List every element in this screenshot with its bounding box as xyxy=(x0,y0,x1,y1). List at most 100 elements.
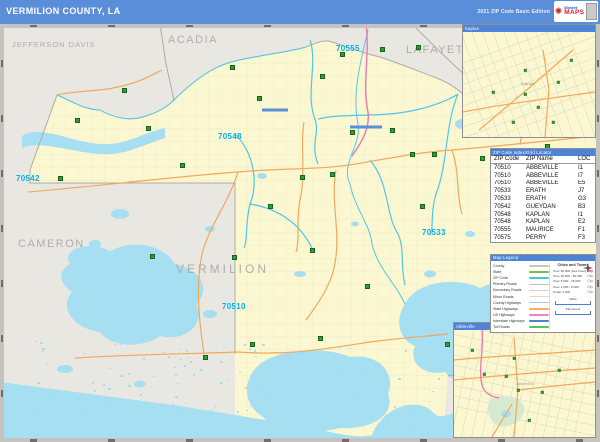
city-size-row: Over 25,000 - 50,000 City xyxy=(553,273,593,278)
map-frame-left xyxy=(0,24,4,442)
frame-tick xyxy=(108,24,115,27)
legend-line-sample xyxy=(529,301,549,304)
logo-text-main: MAPS xyxy=(564,9,585,17)
inset-map-area: Abbeville xyxy=(454,330,595,437)
legend-line-sample xyxy=(529,265,549,267)
frame-tick xyxy=(420,439,427,442)
table-row: 70510 ABBEVILLE I1 xyxy=(491,164,595,172)
zip-table-column-header: ZIP Name xyxy=(523,156,575,164)
legend-item-label: US Highways xyxy=(493,312,515,317)
frame-tick xyxy=(30,439,37,442)
table-cell: 70533 xyxy=(494,188,511,195)
frame-tick xyxy=(596,170,599,177)
table-row: 70555 MAURICE F1 xyxy=(491,226,595,234)
table-cell: 70510 xyxy=(494,172,511,179)
legend-item-label: State Highways xyxy=(493,306,518,311)
table-cell: ERATH xyxy=(526,188,546,195)
table-cell: 70555 xyxy=(494,227,511,234)
table-cell: J7 xyxy=(578,188,585,195)
table-cell: B3 xyxy=(578,203,586,210)
legend-item-label: County Highways xyxy=(493,300,521,305)
table-cell: PERRY xyxy=(526,234,547,241)
frame-tick xyxy=(596,335,599,342)
frame-tick xyxy=(264,24,271,27)
frame-tick xyxy=(0,280,3,287)
page-title: VERMILION COUNTY, LA xyxy=(6,6,121,16)
zip-index-title: ZIP Code Index/Grid Locator xyxy=(491,149,595,156)
table-cell: 70548 xyxy=(494,211,511,218)
legend-item-label: County xyxy=(493,264,505,269)
city-sample-label: City xyxy=(587,279,593,284)
scale-bar-miles: Miles xyxy=(553,297,593,305)
frame-tick xyxy=(0,390,3,397)
frame-tick xyxy=(0,60,3,67)
zip-table-column-header: LOC xyxy=(575,156,595,164)
table-row: 70548 KAPLAN E2 xyxy=(491,218,595,226)
table-row: 70510 ABBEVILLE I7 xyxy=(491,172,595,180)
frame-tick xyxy=(596,390,599,397)
table-cell: G3 xyxy=(578,196,587,203)
legend-line-sample xyxy=(529,283,549,286)
legend-line-sample xyxy=(529,271,549,273)
table-cell: ABBEVILLE xyxy=(526,164,559,171)
legend-item-label: ZIP Code xyxy=(493,276,509,281)
inset-map-abbeville: Abbeville Abbeville xyxy=(453,322,596,438)
table-cell: 70510 xyxy=(494,164,511,171)
frame-tick xyxy=(264,439,271,442)
frame-tick xyxy=(186,439,193,442)
legend-item-label: Toll Roads xyxy=(493,324,510,329)
table-cell: I7 xyxy=(578,172,584,179)
map-legend-panel: Map Legend County State ZIP Code Primary Ro… xyxy=(490,254,596,333)
county-map: JEFFERSON DAVIS ACADIA LAFAYETTE CAMERON VER… xyxy=(0,24,600,442)
frame-tick xyxy=(596,115,599,122)
logo-side-box xyxy=(586,3,598,20)
frame-tick xyxy=(0,335,3,342)
table-cell: 70533 xyxy=(494,196,511,203)
table-row: 70510 ABBEVILLE E5 xyxy=(491,180,595,188)
inset-title: Kaplan xyxy=(463,25,595,32)
legend-line-sample xyxy=(529,307,549,310)
legend-item-label: Secondary Roads xyxy=(493,288,522,293)
city-size-range: Over 25,000 - 50,000 xyxy=(553,274,583,279)
inset-map-kaplan: Kaplan Kaplan xyxy=(462,24,596,138)
legend-line-sample xyxy=(529,289,549,292)
zip-table-header: ZIP Code ZIP Name LOC xyxy=(491,156,595,164)
city-size-row: Over 1,000 - 5,000 City xyxy=(553,284,593,289)
table-row: 70575 PERRY F3 xyxy=(491,234,595,242)
table-cell: 70548 xyxy=(494,219,511,226)
logo-burst-icon: ✺ xyxy=(554,6,563,16)
legend-cities-column: Cities and Towns Over 50,000 (See Inset)… xyxy=(549,263,593,331)
zip-index-table: ZIP Code ZIP Name LOC 70510 ABBEVILLE I1 7051… xyxy=(491,156,595,242)
edition-label: 2021 ZIP Code Basic Edition xyxy=(477,9,550,15)
city-size-range: Under 1,000 xyxy=(553,290,571,295)
frame-tick xyxy=(108,439,115,442)
table-row: 70548 KAPLAN I1 xyxy=(491,211,595,219)
legend-line-items: County State ZIP Code Primary Roads Secondar… xyxy=(493,263,549,330)
brand-logo: ✺ Market MAPS xyxy=(554,1,598,22)
frame-tick xyxy=(0,170,3,177)
map-frame-right xyxy=(596,24,600,442)
table-row: 70533 ERATH J7 xyxy=(491,187,595,195)
table-cell: 70542 xyxy=(494,203,511,210)
table-cell: 70510 xyxy=(494,180,511,187)
table-cell: KAPLAN xyxy=(526,211,550,218)
frame-tick xyxy=(596,225,599,232)
legend-line-sample xyxy=(529,277,549,280)
frame-tick xyxy=(0,115,3,122)
table-cell: F1 xyxy=(578,227,586,234)
city-size-row: Under 1,000 City xyxy=(553,290,593,295)
inset-city-label: Kaplan xyxy=(521,82,535,86)
legend-item-label: Minor Roads xyxy=(493,294,514,299)
legend-item-label: Interstate Highways xyxy=(493,318,525,323)
table-cell: I1 xyxy=(578,211,584,218)
table-cell: 70575 xyxy=(494,234,511,241)
frame-tick xyxy=(596,60,599,67)
frame-tick xyxy=(30,24,37,27)
city-size-range: Over 50,000 (See Inset) xyxy=(553,268,587,273)
table-cell: E5 xyxy=(578,180,586,187)
table-cell: ABBEVILLE xyxy=(526,180,559,187)
legend-item: Toll Roads xyxy=(493,324,549,330)
frame-tick xyxy=(186,24,193,27)
table-row: 70533 ERATH G3 xyxy=(491,195,595,203)
city-size-row: Over 5,000 - 25,000 City xyxy=(553,279,593,284)
